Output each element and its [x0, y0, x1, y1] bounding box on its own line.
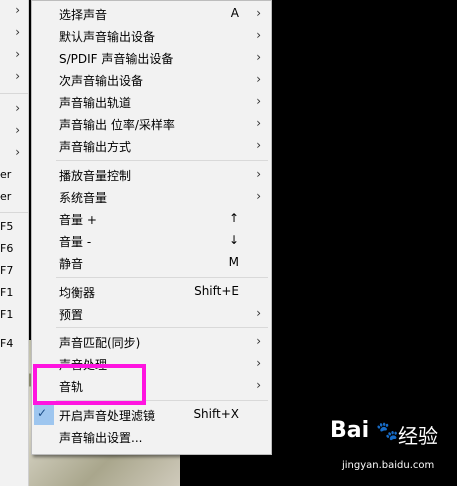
chevron-right-icon: ›: [256, 28, 261, 42]
watermark-brand: 经验: [398, 424, 438, 448]
menu-item-label: 音量 -: [59, 235, 92, 249]
parent-menu-item[interactable]: ›: [0, 142, 28, 164]
chevron-right-icon: ›: [256, 94, 261, 108]
chevron-right-icon: ›: [256, 189, 261, 203]
parent-menu-item-label: F7: [0, 264, 14, 277]
menu-item-label: 音量 +: [59, 213, 97, 227]
parent-menu-item-label: er: [0, 190, 12, 203]
menu-item-output-bitrate-samplerate[interactable]: 声音输出 位率/采样率 ›: [32, 113, 271, 135]
chevron-right-icon: ›: [15, 123, 20, 137]
parent-menu-item[interactable]: F1: [0, 283, 28, 305]
menu-item-label: S/PDIF 声音输出设备: [59, 52, 174, 66]
menu-item-label: 系统音量: [59, 191, 108, 205]
menu-item-shortcut: Shift+E: [194, 284, 239, 298]
menu-item-audio-output-settings[interactable]: 声音输出设置...: [32, 426, 271, 448]
chevron-right-icon: ›: [15, 101, 20, 115]
chevron-right-icon: ›: [256, 6, 261, 20]
parent-menu-item[interactable]: ›: [0, 44, 28, 66]
menu-item-shortcut: ↓: [228, 233, 239, 247]
chevron-right-icon: ›: [256, 72, 261, 86]
menu-item-playback-volume-control[interactable]: 播放音量控制 ›: [32, 164, 271, 186]
menu-item-label: 声音输出方式: [59, 140, 132, 154]
menu-item-label: 声音匹配(同步): [59, 336, 141, 350]
chevron-right-icon: ›: [15, 69, 20, 83]
menu-item-volume-up[interactable]: 音量 + ↑: [32, 208, 271, 230]
parent-menu: › › › › › › › er er F5 F6 F7 F1 F1 F4: [0, 0, 29, 486]
menu-item-shortcut: A: [230, 6, 239, 20]
menu-separator: [56, 160, 268, 161]
chevron-right-icon: ›: [15, 3, 20, 17]
chevron-right-icon: ›: [256, 167, 261, 181]
menu-item-label: 预置: [59, 308, 84, 322]
menu-item-label: 默认声音输出设备: [59, 30, 156, 44]
parent-menu-item[interactable]: F1: [0, 305, 28, 327]
menu-separator: [0, 93, 28, 94]
baidu-logo: Bai: [330, 418, 370, 443]
menu-item-label: 次声音输出设备: [59, 74, 144, 88]
checked-indicator: ✓: [34, 405, 54, 425]
menu-item-label: 声音输出 位率/采样率: [59, 118, 175, 132]
menu-item-label: 选择声音: [59, 8, 108, 22]
menu-item-label: 均衡器: [59, 286, 96, 300]
menu-item-audio-sync[interactable]: 声音匹配(同步) ›: [32, 331, 271, 353]
menu-item-equalizer[interactable]: 均衡器 Shift+E: [32, 281, 271, 303]
parent-menu-item[interactable]: ›: [0, 120, 28, 142]
menu-item-label: 开启声音处理滤镜: [59, 409, 156, 423]
menu-item-label: 静音: [59, 257, 84, 271]
paw-icon: 🐾: [376, 421, 399, 442]
chevron-right-icon: ›: [15, 47, 20, 61]
screen: › › › › › › › er er F5 F6 F7 F1 F1 F4 选择…: [0, 0, 457, 486]
chevron-right-icon: ›: [256, 50, 261, 64]
chevron-right-icon: ›: [256, 334, 261, 348]
parent-menu-item-label: F6: [0, 242, 14, 255]
parent-menu-item[interactable]: ›: [0, 66, 28, 88]
parent-menu-item[interactable]: F4: [0, 334, 28, 356]
menu-item-output-track[interactable]: 声音输出轨道 ›: [32, 91, 271, 113]
dark-background: [272, 0, 457, 486]
chevron-right-icon: ›: [256, 306, 261, 320]
menu-separator: [56, 277, 268, 278]
chevron-right-icon: ›: [15, 145, 20, 159]
menu-item-spdif-output-device[interactable]: S/PDIF 声音输出设备 ›: [32, 47, 271, 69]
parent-menu-item[interactable]: er: [0, 165, 28, 187]
menu-item-label: 声音输出轨道: [59, 96, 132, 110]
parent-menu-item[interactable]: F6: [0, 239, 28, 261]
menu-item-default-output-device[interactable]: 默认声音输出设备 ›: [32, 25, 271, 47]
parent-menu-item-label: F1: [0, 286, 14, 299]
parent-menu-item[interactable]: ›: [0, 98, 28, 120]
highlight-annotation: [33, 364, 146, 405]
parent-menu-item[interactable]: F5: [0, 217, 28, 239]
parent-menu-item-label: F4: [0, 337, 14, 350]
menu-item-shortcut: ↑: [228, 211, 239, 225]
chevron-right-icon: ›: [15, 25, 20, 39]
checkmark-icon: ✓: [37, 406, 48, 420]
menu-item-enable-audio-filter[interactable]: ✓ 开启声音处理滤镜 Shift+X: [32, 404, 271, 426]
baidu-jingyan-watermark: Bai 🐾 经验 jingyan.baidu.com: [330, 418, 450, 478]
menu-item-label: 播放音量控制: [59, 169, 132, 183]
menu-item-shortcut: M: [228, 255, 239, 269]
chevron-right-icon: ›: [256, 138, 261, 152]
menu-item-volume-down[interactable]: 音量 - ↓: [32, 230, 271, 252]
menu-item-shortcut: Shift+X: [193, 407, 239, 421]
parent-menu-item-label: F1: [0, 308, 14, 321]
menu-item-secondary-output-device[interactable]: 次声音输出设备 ›: [32, 69, 271, 91]
parent-menu-item-label: F5: [0, 220, 14, 233]
parent-menu-item[interactable]: F7: [0, 261, 28, 283]
chevron-right-icon: ›: [256, 378, 261, 392]
parent-menu-item[interactable]: ›: [0, 22, 28, 44]
watermark-domain: jingyan.baidu.com: [342, 460, 435, 471]
menu-item-output-mode[interactable]: 声音输出方式 ›: [32, 135, 271, 157]
parent-menu-item[interactable]: er: [0, 187, 28, 209]
menu-item-select-audio[interactable]: 选择声音 A ›: [32, 3, 271, 25]
menu-item-label: 声音输出设置...: [59, 431, 143, 445]
menu-separator: [0, 212, 28, 213]
chevron-right-icon: ›: [256, 356, 261, 370]
menu-separator: [56, 327, 268, 328]
parent-menu-item[interactable]: ›: [0, 0, 28, 22]
parent-menu-item-label: er: [0, 168, 12, 181]
menu-item-system-volume[interactable]: 系统音量 ›: [32, 186, 271, 208]
menu-item-presets[interactable]: 预置 ›: [32, 303, 271, 325]
chevron-right-icon: ›: [256, 116, 261, 130]
menu-item-mute[interactable]: 静音 M: [32, 252, 271, 274]
